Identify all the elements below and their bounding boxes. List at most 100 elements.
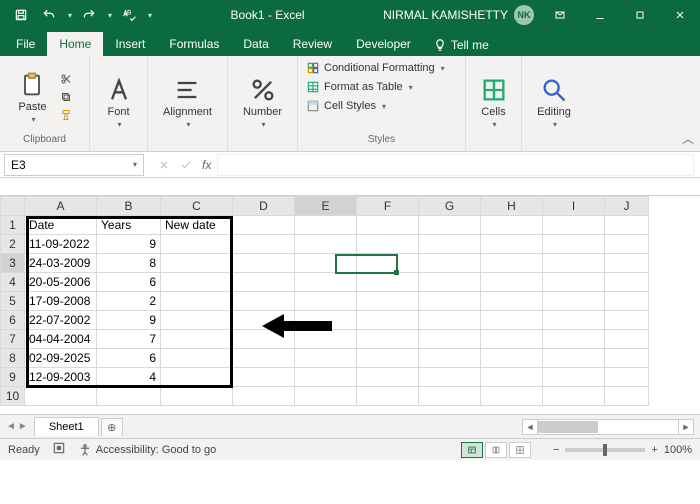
quick-access-toolbar: ▾ ▾ ▾ xyxy=(0,4,152,26)
sheet-tab[interactable]: Sheet1 xyxy=(34,417,99,436)
tab-developer[interactable]: Developer xyxy=(344,32,423,56)
zoom-slider[interactable] xyxy=(565,448,645,452)
undo-button[interactable] xyxy=(38,4,60,26)
page-break-view-button[interactable] xyxy=(509,442,531,458)
close-button[interactable] xyxy=(660,0,700,30)
collapse-ribbon-button[interactable]: ︿ xyxy=(682,130,694,147)
cell[interactable]: 24-03-2009 xyxy=(25,254,97,273)
row-header[interactable]: 4 xyxy=(1,273,25,292)
cell[interactable]: 6 xyxy=(97,273,161,292)
row-header[interactable]: 10 xyxy=(1,387,25,406)
select-all-button[interactable] xyxy=(1,197,25,216)
zoom-level[interactable]: 100% xyxy=(664,444,692,456)
cell[interactable]: 7 xyxy=(97,330,161,349)
tell-me[interactable]: Tell me xyxy=(423,34,499,56)
spellcheck-icon[interactable] xyxy=(118,4,140,26)
minimize-button[interactable] xyxy=(580,0,620,30)
accessibility-status[interactable]: Accessibility: Good to go xyxy=(78,443,216,457)
scroll-right-button[interactable]: ► xyxy=(678,419,694,435)
col-header[interactable]: D xyxy=(233,197,295,216)
scroll-track[interactable] xyxy=(538,419,678,435)
format-painter-button[interactable] xyxy=(57,107,75,123)
maximize-button[interactable] xyxy=(620,0,660,30)
copy-button[interactable] xyxy=(57,89,75,105)
cells-button[interactable]: Cells▾ xyxy=(476,74,512,131)
cell[interactable]: 04-04-2004 xyxy=(25,330,97,349)
col-header[interactable]: G xyxy=(419,197,481,216)
scroll-thumb[interactable] xyxy=(538,421,598,433)
cell[interactable]: 9 xyxy=(97,311,161,330)
editing-button[interactable]: Editing▾ xyxy=(533,74,575,131)
row-header[interactable]: 7 xyxy=(1,330,25,349)
row-header[interactable]: 5 xyxy=(1,292,25,311)
row-header[interactable]: 9 xyxy=(1,368,25,387)
enter-icon[interactable] xyxy=(180,159,192,171)
cell[interactable]: 22-07-2002 xyxy=(25,311,97,330)
cell[interactable]: 02-09-2025 xyxy=(25,349,97,368)
col-header[interactable]: A xyxy=(25,197,97,216)
cell[interactable]: 9 xyxy=(97,235,161,254)
cell-styles-button[interactable]: Cell Styles▾ xyxy=(306,98,386,114)
col-header[interactable]: F xyxy=(357,197,419,216)
cell[interactable]: Years xyxy=(97,216,161,235)
zoom-out-button[interactable]: − xyxy=(553,444,559,456)
macro-record-icon[interactable] xyxy=(52,441,66,458)
copy-icon xyxy=(60,91,72,103)
number-button[interactable]: Number▾ xyxy=(239,74,286,131)
col-header[interactable]: J xyxy=(605,197,649,216)
formula-bar[interactable] xyxy=(217,154,694,176)
row-header[interactable]: 6 xyxy=(1,311,25,330)
col-header[interactable]: H xyxy=(481,197,543,216)
worksheet-grid[interactable]: A B C D E F G H I J 1DateYearsNew date 2… xyxy=(0,196,700,414)
cell[interactable]: 11-09-2022 xyxy=(25,235,97,254)
tab-home[interactable]: Home xyxy=(47,32,103,56)
sheet-nav[interactable]: ◄► xyxy=(0,421,34,432)
row-header[interactable]: 8 xyxy=(1,349,25,368)
normal-view-button[interactable] xyxy=(461,442,483,458)
cell[interactable]: 12-09-2003 xyxy=(25,368,97,387)
undo-dropdown[interactable]: ▾ xyxy=(68,11,72,20)
cut-button[interactable] xyxy=(57,71,75,87)
scroll-left-button[interactable]: ◄ xyxy=(522,419,538,435)
row-header[interactable]: 1 xyxy=(1,216,25,235)
col-header[interactable]: E xyxy=(295,197,357,216)
zoom-in-button[interactable]: + xyxy=(651,444,657,456)
percent-icon xyxy=(249,76,277,104)
alignment-button[interactable]: Alignment▾ xyxy=(159,74,216,131)
redo-button[interactable] xyxy=(78,4,100,26)
col-header[interactable]: C xyxy=(161,197,233,216)
conditional-formatting-button[interactable]: Conditional Formatting▾ xyxy=(306,60,445,76)
account-area[interactable]: NIRMAL KAMISHETTY NK xyxy=(383,5,540,25)
row-header[interactable]: 3 xyxy=(1,254,25,273)
new-sheet-button[interactable]: ⊕ xyxy=(101,418,123,436)
tab-formulas[interactable]: Formulas xyxy=(157,32,231,56)
cell[interactable]: Date xyxy=(25,216,97,235)
page-layout-view-button[interactable] xyxy=(485,442,507,458)
cell[interactable]: 2 xyxy=(97,292,161,311)
col-header[interactable]: B xyxy=(97,197,161,216)
format-as-table-button[interactable]: Format as Table▾ xyxy=(306,79,413,95)
cancel-icon[interactable] xyxy=(158,159,170,171)
paste-button[interactable]: Paste▾ xyxy=(14,69,50,126)
cell[interactable]: 4 xyxy=(97,368,161,387)
tab-review[interactable]: Review xyxy=(281,32,344,56)
fx-icon[interactable]: fx xyxy=(202,158,211,172)
row-header[interactable]: 2 xyxy=(1,235,25,254)
tab-insert[interactable]: Insert xyxy=(103,32,157,56)
cell[interactable]: 17-09-2008 xyxy=(25,292,97,311)
save-button[interactable] xyxy=(10,4,32,26)
horizontal-scrollbar[interactable]: ◄ ► xyxy=(522,419,700,435)
tab-data[interactable]: Data xyxy=(231,32,280,56)
redo-dropdown[interactable]: ▾ xyxy=(108,11,112,20)
font-button[interactable]: Font▾ xyxy=(101,74,137,131)
cell[interactable]: New date xyxy=(161,216,233,235)
cell[interactable]: 6 xyxy=(97,349,161,368)
alignment-icon xyxy=(173,76,201,104)
cell[interactable]: 20-05-2006 xyxy=(25,273,97,292)
ribbon-options-button[interactable] xyxy=(540,0,580,30)
cell[interactable]: 8 xyxy=(97,254,161,273)
tab-file[interactable]: File xyxy=(4,32,47,56)
view-switcher xyxy=(461,442,531,458)
col-header[interactable]: I xyxy=(543,197,605,216)
name-box[interactable]: E3▾ xyxy=(4,154,144,176)
